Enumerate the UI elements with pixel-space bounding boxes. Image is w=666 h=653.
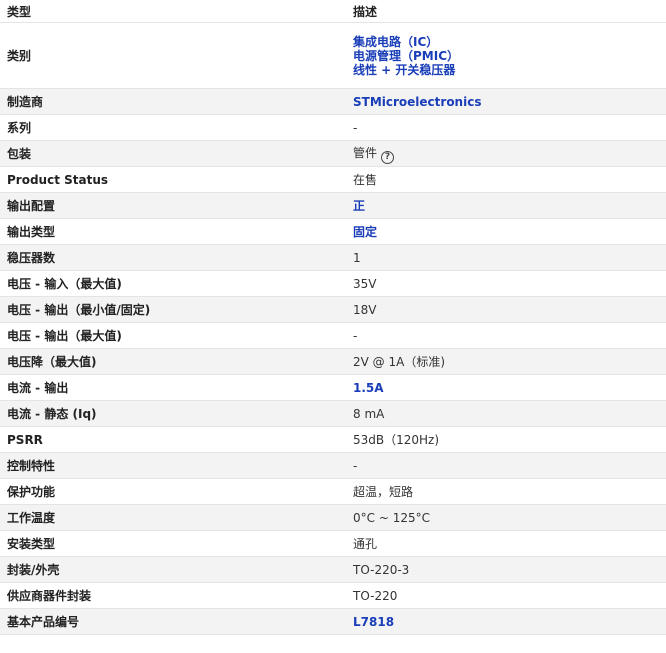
row-key: Product Status [0, 166, 346, 193]
row-value: 固定 [353, 225, 378, 239]
row-value-cell: 2V @ 1A（标准) [346, 348, 666, 375]
header-description: 描述 [346, 0, 666, 23]
table-row: 系列 - [0, 114, 666, 141]
table-row: 供应商器件封装 TO-220 [0, 582, 666, 609]
table-row: 稳压器数 1 [0, 244, 666, 271]
row-key: 输出配置 [0, 192, 346, 219]
table-row: 包装 管件? [0, 140, 666, 167]
row-value-cell: 18V [346, 296, 666, 323]
row-key: 电压 - 输入（最大值) [0, 270, 346, 297]
row-key: 类别 [0, 22, 346, 89]
row-value-cell: 固定 [346, 218, 666, 245]
row-value-cell: 35V [346, 270, 666, 297]
row-key: 输出类型 [0, 218, 346, 245]
row-value: 通孔 [353, 537, 378, 551]
table-row: 保护功能 超温，短路 [0, 478, 666, 505]
table-header: 类型 描述 [0, 0, 666, 23]
row-key: 制造商 [0, 88, 346, 115]
row-value-cell: 超温，短路 [346, 478, 666, 505]
row-key: 封装/外壳 [0, 556, 346, 583]
row-value-cell: L7818 [346, 608, 666, 635]
row-value: - [353, 458, 358, 473]
row-key: 系列 [0, 114, 346, 141]
row-value-link[interactable]: L7818 [353, 615, 394, 629]
row-key: 供应商器件封装 [0, 582, 346, 609]
table-row: 电压 - 输出（最小值/固定) 18V [0, 296, 666, 323]
row-key: 电流 - 静态 (Iq) [0, 400, 346, 427]
row-key: PSRR [0, 426, 346, 453]
row-key: 控制特性 [0, 452, 346, 479]
category-link-pmic[interactable]: 电源管理（PMIC） [353, 49, 666, 63]
category-link-regulator[interactable]: 线性 + 开关稳压器 [353, 63, 666, 77]
spec-table: 类型 描述 类别 集成电路（IC） 电源管理（PMIC） 线性 + 开关稳压器 … [0, 0, 666, 635]
table-row: 电压 - 输出（最大值) - [0, 322, 666, 349]
table-row: 电流 - 输出 1.5A [0, 374, 666, 401]
row-value-cell: TO-220 [346, 582, 666, 609]
row-value: 管件 [353, 145, 378, 160]
category-links: 集成电路（IC） 电源管理（PMIC） 线性 + 开关稳压器 [346, 22, 666, 89]
row-value-cell: 1.5A [346, 374, 666, 401]
row-value: 35V [353, 276, 377, 291]
row-value: TO-220-3 [353, 562, 410, 577]
row-value: 18V [353, 302, 377, 317]
row-value-cell: 1 [346, 244, 666, 271]
row-key: 保护功能 [0, 478, 346, 505]
help-icon[interactable]: ? [381, 150, 395, 164]
row-value: 1.5A [353, 380, 384, 395]
row-key: 电压 - 输出（最大值) [0, 322, 346, 349]
row-key: 包装 [0, 140, 346, 167]
row-value-cell: 通孔 [346, 530, 666, 557]
row-key: 电压降（最大值) [0, 348, 346, 375]
table-row: 封装/外壳 TO-220-3 [0, 556, 666, 583]
row-value: 正 [353, 199, 366, 213]
table-row: 输出类型 固定 [0, 218, 666, 245]
table-row: 电压降（最大值) 2V @ 1A（标准) [0, 348, 666, 375]
table-row: 制造商 STMicroelectronics [0, 88, 666, 115]
row-value: 超温，短路 [353, 485, 414, 499]
row-value-link[interactable]: STMicroelectronics [353, 95, 481, 109]
table-row: 安装类型 通孔 [0, 530, 666, 557]
row-key: 工作温度 [0, 504, 346, 531]
row-key: 电流 - 输出 [0, 374, 346, 401]
row-key: 基本产品编号 [0, 608, 346, 635]
row-value-cell: 在售 [346, 166, 666, 193]
row-value: - [353, 120, 358, 135]
row-value: - [353, 328, 358, 343]
table-row: 输出配置正 [0, 192, 666, 219]
row-value: 53dB（120Hz) [353, 433, 440, 447]
row-value-cell: 0°C ~ 125°C [346, 504, 666, 531]
table-row: 控制特性 - [0, 452, 666, 479]
category-link-ic[interactable]: 集成电路（IC） [353, 35, 666, 49]
table-row-category: 类别 集成电路（IC） 电源管理（PMIC） 线性 + 开关稳压器 [0, 22, 666, 89]
table-row: 电压 - 输入（最大值) 35V [0, 270, 666, 297]
row-value-cell: STMicroelectronics [346, 88, 666, 115]
row-value-cell: - [346, 452, 666, 479]
row-value: 0°C ~ 125°C [353, 510, 430, 525]
row-key: 安装类型 [0, 530, 346, 557]
row-value-cell: 正 [346, 192, 666, 219]
table-row: Product Status 在售 [0, 166, 666, 193]
row-value: 2V @ 1A（标准) [353, 355, 445, 369]
row-value: 8 mA [353, 406, 385, 421]
row-key: 稳压器数 [0, 244, 346, 271]
table-row: 电流 - 静态 (Iq) 8 mA [0, 400, 666, 427]
row-key: 电压 - 输出（最小值/固定) [0, 296, 346, 323]
row-value-cell: - [346, 322, 666, 349]
table-row: PSRR 53dB（120Hz) [0, 426, 666, 453]
header-type: 类型 [0, 0, 346, 23]
row-value-cell: 管件? [346, 140, 666, 167]
table-row: 工作温度 0°C ~ 125°C [0, 504, 666, 531]
row-value: 1 [353, 250, 361, 265]
row-value: 在售 [353, 173, 378, 187]
row-value-cell: 8 mA [346, 400, 666, 427]
table-row: 基本产品编号 L7818 [0, 608, 666, 635]
row-value-cell: TO-220-3 [346, 556, 666, 583]
row-value: TO-220 [353, 588, 398, 603]
row-value-cell: 53dB（120Hz) [346, 426, 666, 453]
row-value-cell: - [346, 114, 666, 141]
